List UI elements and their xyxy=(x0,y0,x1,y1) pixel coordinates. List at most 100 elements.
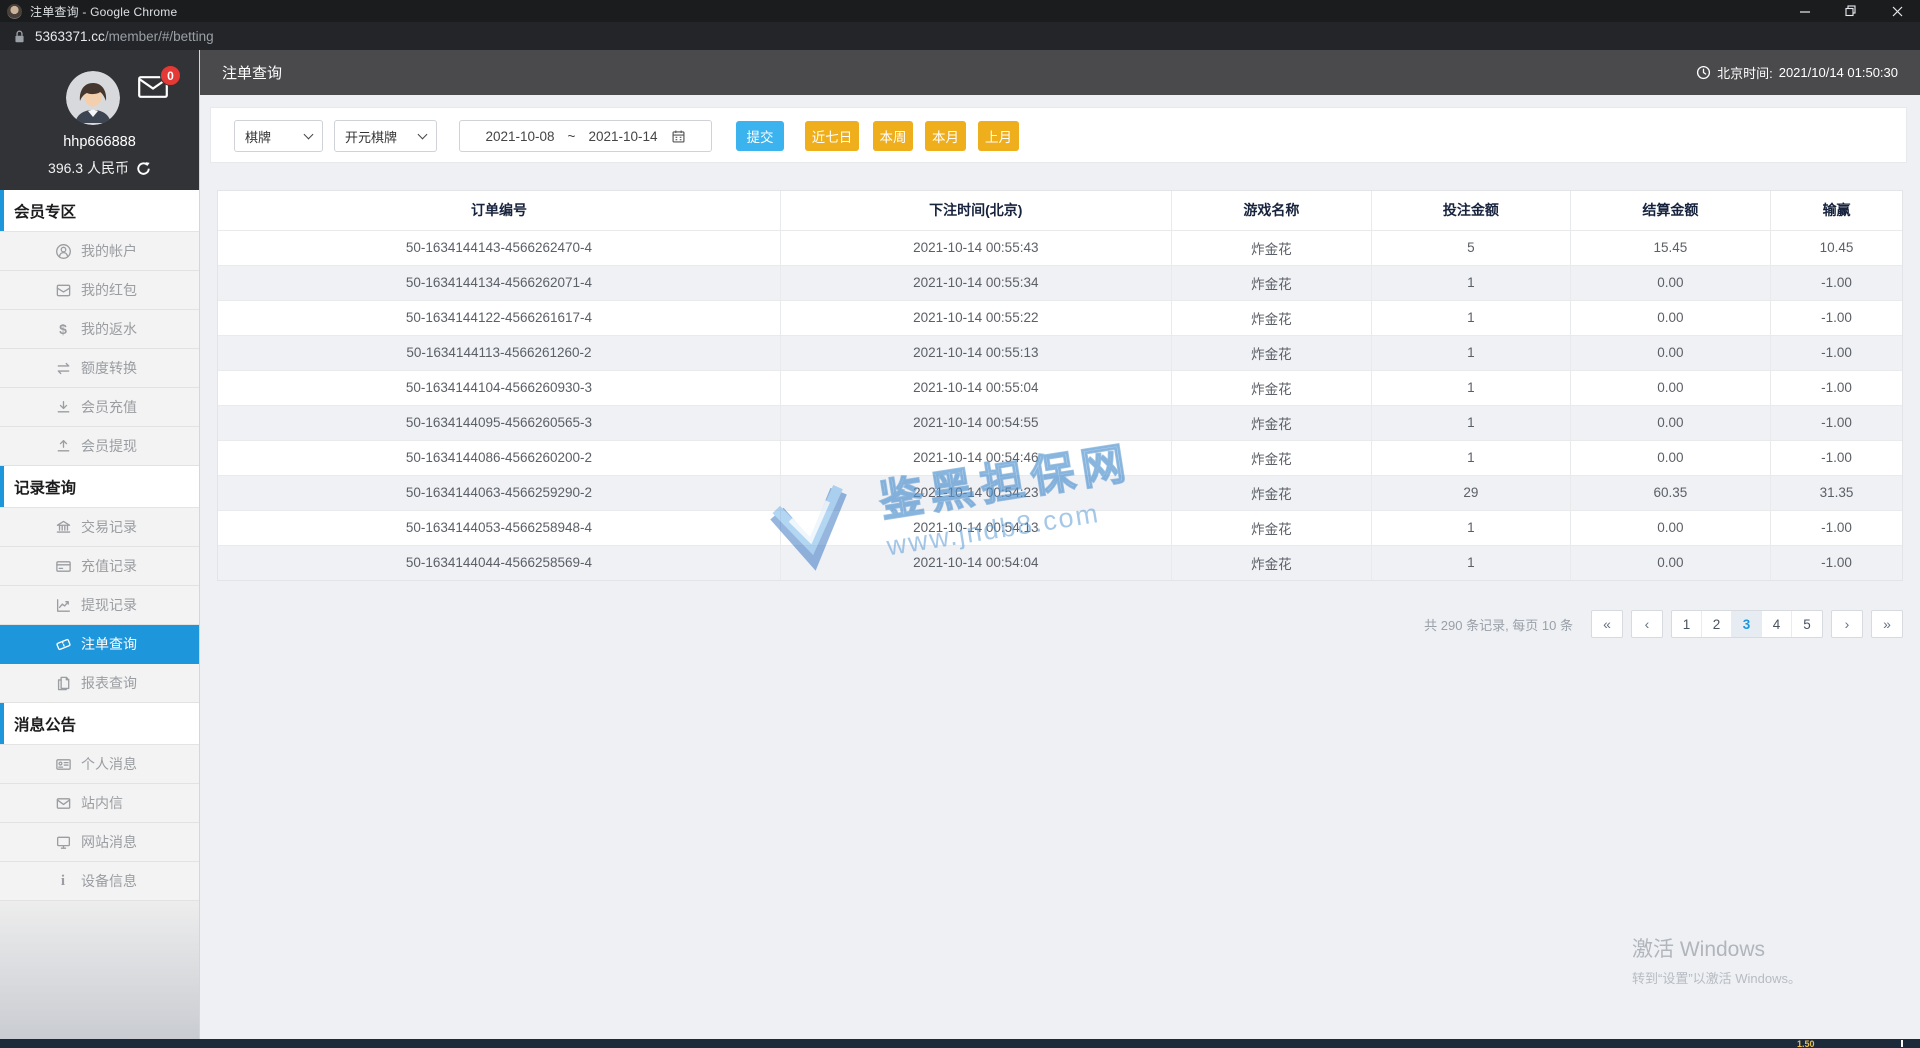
cell-settle-amount: 0.00 xyxy=(1570,440,1772,476)
submit-button[interactable]: 提交 xyxy=(736,121,784,151)
url-path: /member/#/betting xyxy=(104,28,214,44)
cell-bet-amount: 1 xyxy=(1371,265,1571,301)
cell-bet-time: 2021-10-14 00:55:13 xyxy=(780,335,1172,371)
cell-win-loss: 10.45 xyxy=(1770,230,1902,266)
section-title: 会员专区 xyxy=(14,203,77,221)
table-row: 50-1634144095-4566260565-3 2021-10-14 00:… xyxy=(218,405,1902,441)
record-count-summary: 共 290 条记录, 每页 10 条 xyxy=(1424,617,1573,633)
page-button-2[interactable]: 2 xyxy=(1702,611,1732,637)
activation-subtitle: 转到“设置”以激活 Windows。 xyxy=(1632,971,1802,986)
activation-title: 激活 Windows xyxy=(1632,938,1766,961)
redpacket-icon xyxy=(54,281,72,299)
cell-bet-amount: 1 xyxy=(1371,300,1571,336)
cell-bet-time: 2021-10-14 00:54:46 xyxy=(780,440,1172,476)
chevron-down-icon xyxy=(417,129,428,140)
cell-game-name: 炸金花 xyxy=(1171,405,1373,441)
column-header-win-loss: 输赢 xyxy=(1770,191,1902,231)
page-button-3[interactable]: 3 xyxy=(1732,611,1762,637)
sidebar-item-withdraw[interactable]: 会员提现 xyxy=(0,427,199,466)
minimize-button[interactable] xyxy=(1782,0,1828,22)
url-text: 5363371.cc/member/#/betting xyxy=(35,29,214,44)
sidebar-item-label: 交易记录 xyxy=(81,519,137,535)
sidebar-item-device-info[interactable]: i 设备信息 xyxy=(0,862,199,901)
bottom-bar-text: 1.50 xyxy=(1797,1039,1815,1048)
sidebar-item-betting-query[interactable]: 注单查询 xyxy=(0,625,199,664)
window-titlebar: 注单查询 - Google Chrome xyxy=(0,0,1920,22)
page-button-5[interactable]: 5 xyxy=(1792,611,1822,637)
provider-select[interactable]: 开元棋牌 xyxy=(334,120,437,152)
quick-range-button-this-week[interactable]: 本周 xyxy=(873,121,913,151)
cell-bet-amount: 1 xyxy=(1371,440,1571,476)
cell-settle-amount: 0.00 xyxy=(1570,335,1772,371)
page-button-1[interactable]: 1 xyxy=(1672,611,1702,637)
date-range-input[interactable]: 2021-10-08 ~ 2021-10-14 xyxy=(459,120,712,152)
dollar-icon: $ xyxy=(59,321,67,337)
quick-range-button-this-month[interactable]: 本月 xyxy=(925,121,966,151)
sidebar-item-withdraw-record[interactable]: 提现记录 xyxy=(0,586,199,625)
category-value: 棋牌 xyxy=(245,129,272,145)
cell-game-name: 炸金花 xyxy=(1171,300,1373,336)
sidebar-item-rebate[interactable]: $ 我的返水 xyxy=(0,310,199,349)
monitor-icon xyxy=(54,833,72,851)
quick-range-button-last7[interactable]: 近七日 xyxy=(805,121,859,151)
cell-order-no: 50-1634144122-4566261617-4 xyxy=(218,300,781,336)
sidebar-item-label: 网站消息 xyxy=(81,834,137,850)
sidebar-section-header: 记录查询 xyxy=(0,466,199,508)
cell-game-name: 炸金花 xyxy=(1171,545,1373,580)
betting-table: 订单编号 下注时间(北京) 游戏名称 投注金额 结算金额 输赢 50-1634144143… xyxy=(217,190,1903,581)
cell-bet-amount: 29 xyxy=(1371,475,1571,511)
mail-badge: 0 xyxy=(160,65,181,86)
page-number-group: 12345 xyxy=(1671,610,1823,638)
window-favicon xyxy=(7,3,22,19)
prev-page-button[interactable]: ‹ xyxy=(1631,610,1663,638)
time-value: 2021/10/14 01:50:30 xyxy=(1778,65,1898,80)
cell-win-loss: -1.00 xyxy=(1770,265,1902,301)
profile-panel: 0 hhp666888 396.3 人民币 xyxy=(0,50,199,190)
sidebar-section-header: 消息公告 xyxy=(0,703,199,745)
section-accent-bar xyxy=(0,466,4,507)
sidebar-item-transfer[interactable]: 额度转换 xyxy=(0,349,199,388)
category-select[interactable]: 棋牌 xyxy=(234,120,323,152)
table-row: 50-1634144122-4566261617-4 2021-10-14 00:… xyxy=(218,300,1902,336)
sidebar-item-site-message[interactable]: 网站消息 xyxy=(0,823,199,862)
sidebar-item-transactions[interactable]: 交易记录 xyxy=(0,508,199,547)
bottom-bar-tick xyxy=(1901,1040,1903,1047)
clock-icon xyxy=(1697,65,1711,80)
refresh-icon[interactable] xyxy=(136,161,151,176)
cell-bet-time: 2021-10-14 00:55:43 xyxy=(780,230,1172,266)
table-row: 50-1634144063-4566259290-2 2021-10-14 00:… xyxy=(218,475,1902,511)
next-page-button[interactable]: › xyxy=(1831,610,1863,638)
cell-order-no: 50-1634144044-4566258569-4 xyxy=(218,545,781,580)
cell-settle-amount: 0.00 xyxy=(1570,370,1772,406)
sidebar-item-label: 我的红包 xyxy=(81,282,137,298)
cell-bet-amount: 1 xyxy=(1371,370,1571,406)
cell-bet-amount: 1 xyxy=(1371,405,1571,441)
restore-button[interactable] xyxy=(1828,0,1874,22)
first-page-button[interactable]: « xyxy=(1591,610,1623,638)
sidebar-item-recharge-record[interactable]: 充值记录 xyxy=(0,547,199,586)
sidebar-item-redpacket[interactable]: 我的红包 xyxy=(0,271,199,310)
sidebar-item-deposit[interactable]: 会员充值 xyxy=(0,388,199,427)
transfer-icon xyxy=(54,359,72,377)
quick-range-button-last-month[interactable]: 上月 xyxy=(978,121,1019,151)
close-button[interactable] xyxy=(1874,0,1920,22)
sidebar-item-personal-message[interactable]: 个人消息 xyxy=(0,745,199,784)
sidebar-item-account[interactable]: 我的帐户 xyxy=(0,232,199,271)
sidebar-item-label: 会员提现 xyxy=(81,438,137,454)
address-bar[interactable]: 5363371.cc/member/#/betting xyxy=(0,22,1920,50)
time-label: 北京时间: xyxy=(1717,66,1773,81)
cell-game-name: 炸金花 xyxy=(1171,475,1373,511)
page-button-4[interactable]: 4 xyxy=(1762,611,1792,637)
cell-bet-amount: 1 xyxy=(1371,335,1571,371)
sidebar-item-report-query[interactable]: 报表查询 xyxy=(0,664,199,703)
column-header-order-no: 订单编号 xyxy=(218,191,781,231)
table-header-row: 订单编号 下注时间(北京) 游戏名称 投注金额 结算金额 输赢 xyxy=(218,191,1902,231)
sidebar-item-site-mail[interactable]: 站内信 xyxy=(0,784,199,823)
cell-order-no: 50-1634144104-4566260930-3 xyxy=(218,370,781,406)
ticket-icon xyxy=(54,635,72,653)
last-page-button[interactable]: » xyxy=(1871,610,1903,638)
chart-icon xyxy=(54,596,72,614)
user-icon xyxy=(54,242,72,260)
cell-order-no: 50-1634144063-4566259290-2 xyxy=(218,475,781,511)
deposit-icon xyxy=(54,398,72,416)
